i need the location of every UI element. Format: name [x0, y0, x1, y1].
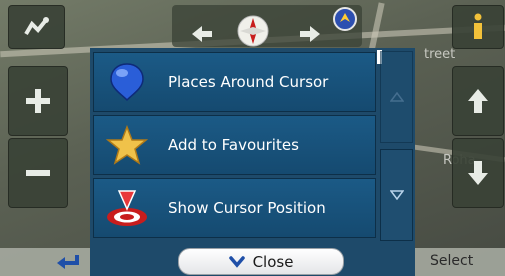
back-button[interactable]	[38, 250, 98, 274]
select-button[interactable]: Select	[430, 253, 473, 269]
menu-item-places-around-cursor[interactable]: Places Around Cursor	[93, 52, 376, 112]
menu-item-show-cursor-position[interactable]: Show Cursor Position	[93, 178, 376, 238]
map-menu-button[interactable]	[8, 5, 65, 49]
plus-icon	[26, 89, 50, 113]
route-icon	[23, 17, 49, 36]
close-button[interactable]: Close	[178, 248, 344, 275]
close-label: Close	[252, 252, 294, 271]
menu-scroll-controls	[380, 51, 413, 241]
cursor-menu: Places Around Cursor Add to Favourites S…	[90, 48, 415, 276]
chevron-down-icon	[228, 255, 245, 268]
zoom-out-button[interactable]	[8, 138, 68, 208]
triangle-up-icon	[389, 92, 404, 102]
back-arrow-icon	[57, 255, 79, 269]
cursor-target-icon	[100, 178, 154, 238]
tilt-up-button[interactable]	[452, 66, 504, 136]
minus-icon	[26, 170, 50, 176]
menu-item-label: Show Cursor Position	[168, 199, 326, 217]
gps-position-icon	[333, 7, 357, 31]
tilt-down-button[interactable]	[452, 138, 504, 208]
scroll-up-button[interactable]	[380, 51, 413, 143]
compass-icon[interactable]	[236, 14, 270, 48]
arrow-up-icon	[468, 89, 488, 113]
info-icon	[474, 13, 482, 39]
arrow-right-icon[interactable]	[298, 24, 322, 44]
zoom-in-button[interactable]	[8, 66, 68, 136]
arrow-left-icon[interactable]	[190, 24, 214, 44]
menu-item-label: Add to Favourites	[168, 136, 299, 154]
menu-item-label: Places Around Cursor	[168, 73, 329, 91]
info-button[interactable]	[452, 5, 504, 49]
map-street-label: treet	[424, 47, 456, 62]
star-icon	[100, 115, 154, 175]
globe-pin-icon	[100, 52, 154, 112]
scroll-down-button[interactable]	[380, 149, 413, 241]
menu-item-add-to-favourites[interactable]: Add to Favourites	[93, 115, 376, 175]
triangle-down-icon	[389, 190, 404, 200]
arrow-down-icon	[468, 161, 488, 185]
